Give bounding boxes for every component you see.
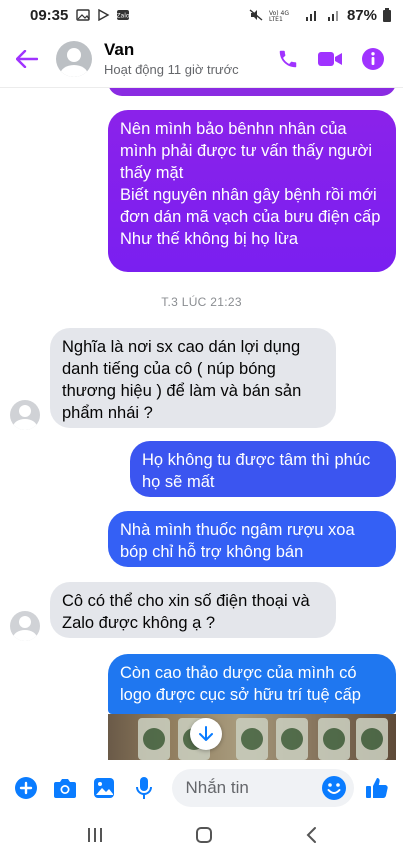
voice-call-icon[interactable] [277,48,299,70]
svg-text:Zalo: Zalo [117,13,130,20]
more-actions-button[interactable] [12,774,39,802]
thumbs-up-icon [366,778,389,798]
network-icon: Vo) 4GLTE1 [269,10,289,21]
camera-icon [54,779,77,798]
svg-text:LTE1: LTE1 [269,16,283,21]
message-input[interactable]: Nhắn tin [171,769,354,807]
contact-name: Van [104,40,135,59]
message-bubble-outgoing[interactable]: Còn cao thảo dược của mình có logo được … [108,654,396,714]
message-text: Họ không tu được tâm thì phúc họ sẽ mất [142,451,371,491]
back-nav-icon[interactable] [305,826,317,844]
message-bubble-outgoing[interactable]: Họ không tu được tâm thì phúc họ sẽ mất [130,441,396,497]
contact-info[interactable]: Van Hoạt động 11 giờ trước [104,40,239,77]
gallery-button[interactable] [91,774,118,802]
message-bubble-outgoing[interactable]: Nhà mình thuốc ngâm rượu xoa bóp chỉ hỗ … [108,511,396,567]
back-arrow-icon [16,49,38,68]
sender-avatar[interactable] [10,611,40,641]
message-photo[interactable] [108,714,396,760]
message-text: Còn cao thảo dược của mình có logo được … [120,664,361,704]
message-text: Nên mình bảo bênhn nhân của mình phải đư… [120,120,381,248]
video-call-icon[interactable] [317,49,343,69]
status-time: 09:35 [30,6,69,24]
arrow-down-icon [199,726,213,741]
message-composer: Nhắn tin [0,760,403,816]
camera-button[interactable] [51,774,78,802]
emoji-icon[interactable] [320,774,348,802]
zalo-icon: Zalo [117,10,130,20]
image-icon [94,778,115,798]
image-notification-icon [76,9,91,21]
scroll-to-bottom-button[interactable] [190,718,222,750]
system-navigation-bar [0,816,403,853]
message-text: Cô có thể cho xin số điện thoại và Zalo … [62,592,310,632]
play-store-icon [98,9,110,21]
message-text: Nhà mình thuốc ngâm rượu xoa bóp chỉ hỗ … [120,521,355,561]
contact-avatar[interactable] [56,40,92,77]
message-bubble-outgoing[interactable]: Nên mình bảo bênhn nhân của mình phải đư… [108,110,396,272]
microphone-icon [135,777,152,799]
like-button[interactable] [364,774,391,802]
recent-apps-icon[interactable] [86,827,104,843]
message-bubble-partial[interactable] [108,88,396,96]
voice-message-button[interactable] [130,774,157,802]
info-icon[interactable] [361,47,385,71]
back-button[interactable] [4,36,50,82]
battery-icon [383,8,391,22]
mute-icon [249,9,263,21]
signal-icon [305,11,316,21]
home-icon[interactable] [195,826,213,844]
message-timestamp: T.3 LÚC 21:23 [161,295,242,309]
message-list[interactable]: Nên mình bảo bênhn nhân của mình phải đư… [0,88,403,760]
conversation-header: Van Hoạt động 11 giờ trước [0,30,403,88]
message-bubble-incoming[interactable]: Nghĩa là nơi sx cao dán lợi dụng danh ti… [50,328,336,428]
status-bar: 09:35 Zalo Vo) 4G LTE1 87% [0,0,403,30]
plus-circle-icon [14,777,37,799]
signal-icon-2 [327,11,338,21]
message-input-placeholder: Nhắn tin [185,778,249,797]
message-bubble-incoming[interactable]: Cô có thể cho xin số điện thoại và Zalo … [50,582,336,638]
sender-avatar[interactable] [10,400,40,430]
battery-level: 87% [346,6,377,24]
message-text: Nghĩa là nơi sx cao dán lợi dụng danh ti… [62,338,302,422]
contact-status: Hoạt động 11 giờ trước [104,62,239,77]
